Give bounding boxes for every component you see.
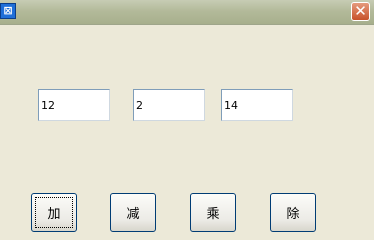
multiply-button[interactable]: 乘 — [190, 193, 236, 232]
first-number-field[interactable] — [38, 89, 110, 121]
multiply-button-label: 乘 — [206, 207, 220, 222]
result-field[interactable] — [221, 89, 293, 121]
add-button-label: 加 — [47, 207, 61, 222]
divide-button[interactable]: 除 — [270, 193, 316, 232]
subtract-button[interactable]: 减 — [110, 193, 156, 232]
subtract-button-label: 减 — [126, 207, 140, 222]
second-number-field[interactable] — [133, 89, 205, 121]
app-icon: ⊠ — [0, 3, 16, 19]
close-button[interactable]: ✕ — [351, 2, 370, 21]
divide-button-label: 除 — [286, 207, 300, 222]
add-button[interactable]: 加 — [31, 193, 77, 232]
title-bar: ⊠ ✕ — [0, 0, 374, 25]
